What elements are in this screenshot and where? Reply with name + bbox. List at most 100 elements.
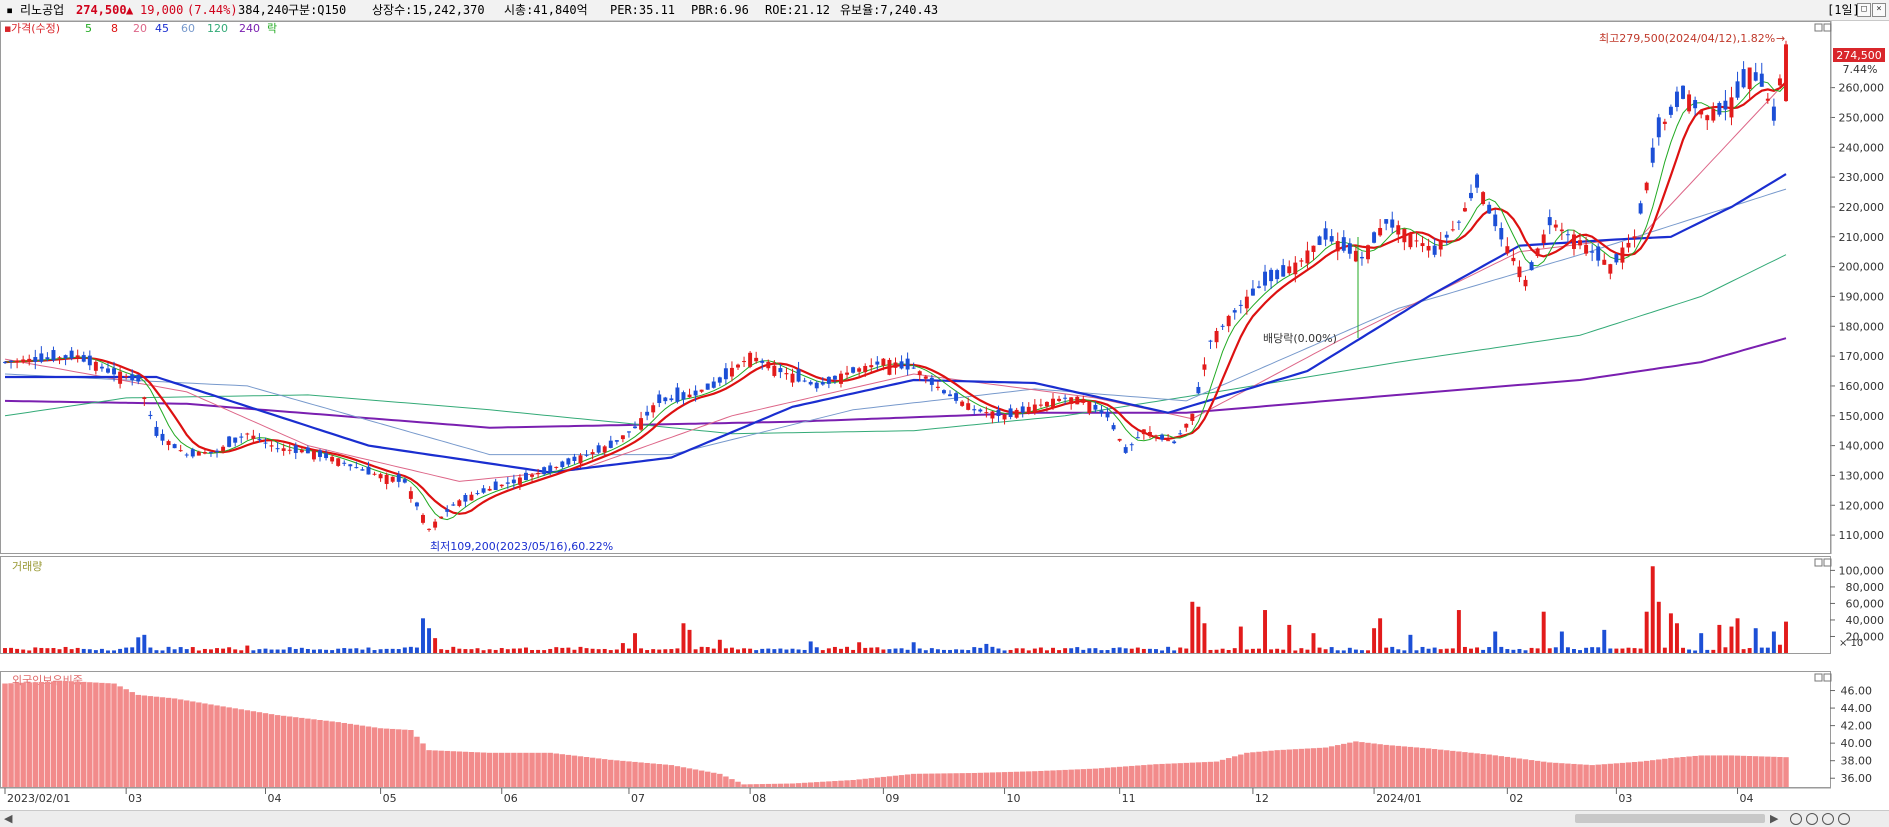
volume-bar — [1335, 650, 1340, 653]
scroll-left-icon[interactable]: ◀ — [4, 812, 12, 825]
volume-bar — [554, 647, 559, 653]
volume-bar — [984, 643, 989, 653]
candle-body — [917, 371, 922, 376]
volume-bar — [1232, 648, 1237, 653]
volume-bar — [657, 649, 662, 653]
candle-body — [875, 361, 880, 365]
candle-body — [299, 450, 304, 453]
candle-body — [1135, 437, 1140, 439]
foreign-ownership-bar — [1050, 770, 1056, 787]
foreign-ownership-bar — [353, 724, 360, 787]
foreign-ownership-bar — [868, 778, 874, 787]
volume-bar — [1547, 648, 1552, 653]
candle-body — [81, 355, 86, 362]
volume-bar — [548, 648, 553, 653]
volume-bar — [1402, 650, 1407, 653]
stock-chart[interactable]: ▪ 가격(수정) 5 8 20 45 60 120 240 락 거래량 외국인보… — [0, 21, 1889, 810]
volume-bar — [530, 650, 534, 653]
foreign-ownership-bar — [1759, 756, 1765, 787]
volume-bar — [1390, 646, 1395, 653]
volume-bar — [1565, 647, 1570, 653]
volume-bar — [1008, 649, 1013, 653]
volume-bar — [633, 633, 637, 653]
volume-bar — [1396, 649, 1401, 653]
volume-bar — [1051, 647, 1055, 653]
foreign-ownership-bar — [1765, 756, 1771, 787]
volume-bar — [542, 650, 547, 653]
foreign-ownership-bar — [1280, 749, 1286, 787]
foreign-ownership-bar — [1001, 772, 1008, 787]
volume-bar — [663, 649, 668, 653]
volume-bar — [1765, 647, 1770, 653]
foreign-ownership-bar — [589, 757, 596, 787]
foreign-ownership-bar — [377, 728, 384, 787]
horizontal-scrollbar[interactable]: ◀ ▶ — [0, 810, 1889, 827]
candle-body — [15, 360, 20, 363]
legend-ma8: 8 — [111, 22, 118, 35]
candle-body — [1263, 271, 1267, 286]
candle-body — [1026, 406, 1031, 414]
volume-bar — [106, 650, 110, 653]
candle-body — [1711, 108, 1716, 121]
candle-body — [1578, 240, 1583, 246]
volume-bar — [1735, 618, 1740, 653]
volume-bar — [990, 646, 995, 653]
candle-body — [372, 473, 377, 475]
zoom-out-icon[interactable] — [1790, 813, 1802, 825]
candle-body — [1517, 266, 1522, 278]
zoom-in-icon[interactable] — [1822, 813, 1834, 825]
zoom-fit-icon[interactable] — [1838, 813, 1850, 825]
candle-body — [1662, 121, 1667, 124]
date-tick-label: 03 — [128, 792, 142, 805]
foreign-ownership-bar — [1286, 749, 1292, 787]
foreign-ownership-bar — [565, 754, 572, 787]
candle-body — [1075, 396, 1080, 405]
volume-bar — [590, 648, 595, 653]
candle-body — [75, 355, 80, 358]
foreign-ownership-bar — [1413, 747, 1420, 787]
volume-bar — [1147, 648, 1152, 653]
foreign-ownership-bar — [1371, 743, 1377, 787]
zoom-reset-icon[interactable] — [1806, 813, 1818, 825]
close-icon[interactable]: × — [1872, 3, 1886, 17]
candle-body — [1269, 269, 1274, 282]
foreign-ownership-bar — [723, 776, 729, 787]
volume-bar — [948, 649, 952, 653]
volume-bar — [972, 647, 977, 653]
volume-bar — [1184, 648, 1189, 653]
foreign-ownership-bar — [1153, 764, 1159, 787]
candle-body — [1705, 115, 1710, 121]
volume-bar — [711, 648, 716, 653]
candle-body — [45, 357, 50, 360]
foreign-ownership-bar — [26, 682, 32, 787]
foreign-ownership-bar — [898, 775, 905, 787]
foreign-ownership-bar — [1207, 761, 1214, 787]
period-button[interactable]: [1일] — [1827, 0, 1860, 20]
candle-body — [324, 453, 329, 459]
foreign-ownership-bar — [299, 717, 305, 787]
candle-body — [263, 442, 268, 444]
scroll-right-icon[interactable]: ▶ — [1770, 812, 1778, 825]
stock-name[interactable]: 리노공업 — [20, 0, 64, 20]
maximize-icon[interactable]: □ — [1857, 3, 1871, 17]
foreign-ownership-bar — [1504, 756, 1511, 787]
volume-bar — [1032, 648, 1037, 653]
listed-shares: 상장수:15,242,370 — [372, 3, 485, 17]
volume-bar — [1317, 647, 1322, 653]
candle-body — [1481, 192, 1486, 205]
candle-body — [608, 440, 613, 448]
volume-bar — [1572, 648, 1576, 653]
foreign-ownership-bar — [547, 752, 553, 787]
scrollbar-thumb[interactable] — [1575, 814, 1765, 823]
candle-body — [469, 494, 474, 501]
foreign-ownership-bar — [856, 779, 862, 787]
foreign-ownership-bar — [1056, 770, 1062, 787]
foreign-ownership-bar — [1129, 765, 1135, 787]
volume-bar — [81, 648, 86, 653]
candle-body — [596, 445, 601, 453]
volume-bar — [1644, 611, 1649, 653]
price-change-pct: (7.44%) — [187, 3, 238, 17]
volume-bar — [760, 648, 765, 653]
foreign-ownership-bar — [959, 773, 965, 787]
candle-body — [1044, 401, 1049, 407]
